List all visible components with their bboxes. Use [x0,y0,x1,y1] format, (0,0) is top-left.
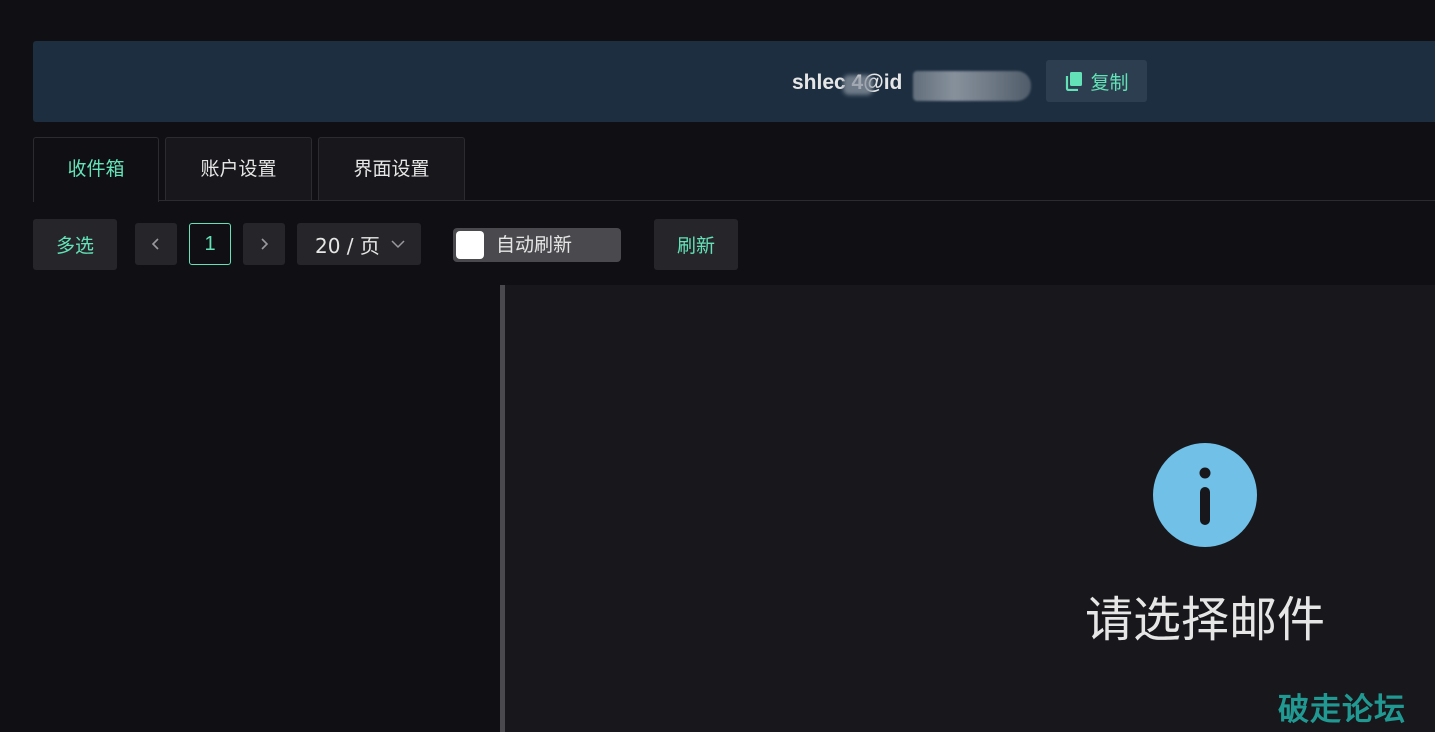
chevron-down-icon [391,240,405,249]
chevron-left-icon [151,238,159,250]
copy-button-label: 复制 [1090,71,1129,94]
page-size-select[interactable]: 20 / 页 [297,223,421,265]
next-page-button[interactable] [243,223,285,265]
account-header: shlec 4@id 复制 [33,41,1435,122]
prev-page-button[interactable] [135,223,177,265]
copy-icon [1066,72,1083,91]
refresh-button[interactable]: 刷新 [654,219,738,270]
tab-account-settings[interactable]: 账户设置 [165,137,312,201]
copy-button[interactable]: 复制 [1046,60,1147,102]
info-icon [1153,443,1257,547]
tab-interface-settings[interactable]: 界面设置 [318,137,465,201]
toggle-knob [456,231,484,259]
tab-inbox[interactable]: 收件箱 [33,137,159,202]
tab-bar-underline [33,200,1435,201]
email-redaction-blur [913,71,1031,101]
empty-state-text: 请选择邮件 [1084,592,1325,648]
page-size-value: 20 / 页 [315,233,380,258]
auto-refresh-label: 自动刷新 [496,234,573,256]
email-redaction-blur [843,75,873,95]
multi-select-button[interactable]: 多选 [33,219,117,270]
page-number-current[interactable]: 1 [189,223,231,265]
mail-view-panel [505,285,1435,732]
chevron-right-icon [261,238,269,250]
auto-refresh-toggle[interactable]: 自动刷新 [453,228,621,262]
refresh-label: 刷新 [676,235,715,257]
mail-list-panel [0,285,500,732]
forum-watermark: 破走论坛 [1278,692,1406,728]
multi-select-label: 多选 [55,235,94,257]
